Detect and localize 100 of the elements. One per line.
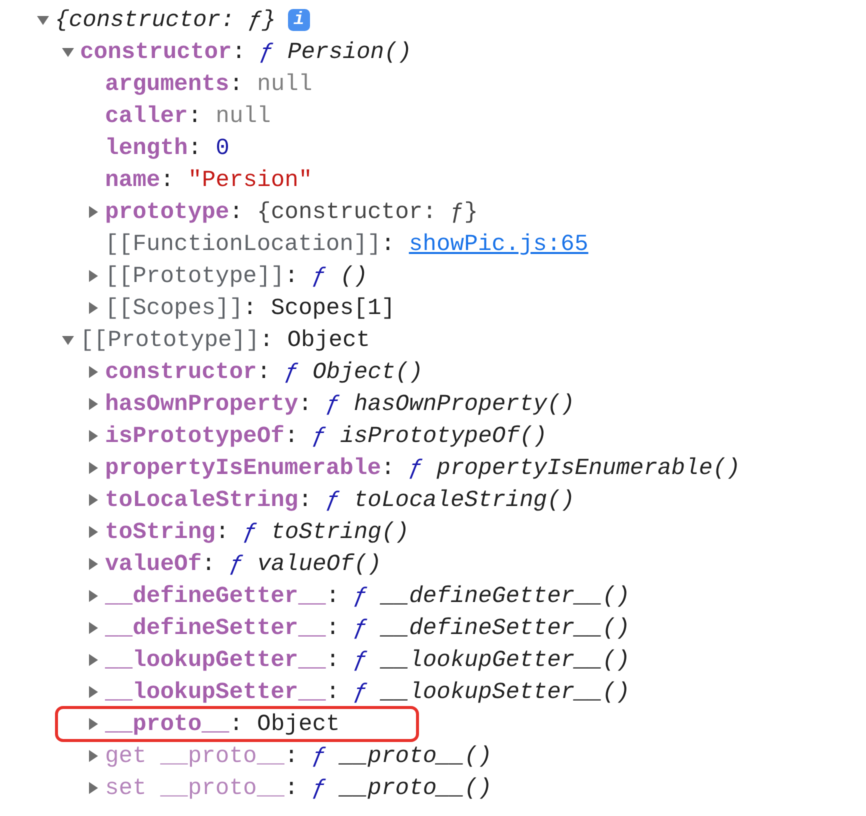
expand-arrow-icon[interactable]: [86, 269, 100, 283]
function-symbol: ƒ: [326, 390, 340, 419]
expand-arrow-icon[interactable]: [86, 429, 100, 443]
function-symbol: ƒ: [354, 646, 368, 675]
source-link[interactable]: showPic.js:65: [408, 228, 588, 260]
colon: :: [284, 262, 298, 291]
function-name: isPrototypeOf(): [340, 422, 548, 451]
property-key: __proto__: [105, 708, 230, 740]
function-symbol: ƒ: [312, 742, 326, 771]
property-key: length: [105, 132, 188, 164]
expand-arrow-icon[interactable]: [86, 653, 100, 667]
collapse-arrow-icon[interactable]: [61, 45, 75, 59]
property-value: Scopes[1]: [270, 294, 396, 323]
function-name: __defineSetter__(): [381, 614, 630, 643]
expand-arrow-icon[interactable]: [86, 717, 100, 731]
expand-arrow-icon[interactable]: [86, 365, 100, 379]
property-key: arguments: [105, 68, 230, 100]
property-key: isPrototypeOf: [105, 420, 284, 452]
property-key: constructor: [80, 36, 232, 68]
colon: :: [298, 390, 312, 419]
property-key: __lookupSetter__: [105, 676, 326, 708]
colon: :: [259, 326, 274, 355]
expand-arrow-icon[interactable]: [86, 589, 100, 603]
info-badge[interactable]: i: [288, 9, 310, 31]
property-key: toString: [105, 516, 216, 548]
function-symbol: ƒ: [312, 262, 326, 291]
property-key: constructor: [105, 356, 257, 388]
collapse-arrow-icon[interactable]: [36, 13, 50, 27]
function-symbol: ƒ: [312, 774, 326, 803]
function-name: Persion(): [287, 38, 412, 67]
function-symbol: ƒ: [284, 358, 298, 387]
property-key: set __proto__: [105, 772, 284, 804]
expand-arrow-icon[interactable]: [86, 525, 100, 539]
expand-arrow-icon[interactable]: [86, 493, 100, 507]
property-key: propertyIsEnumerable: [105, 452, 382, 484]
colon: :: [188, 102, 202, 131]
colon: :: [284, 422, 298, 451]
colon: :: [381, 230, 395, 259]
colon: :: [326, 678, 340, 707]
colon: :: [229, 710, 244, 739]
property-value: Object: [287, 326, 370, 355]
property-value: {constructor: ƒ}: [257, 198, 478, 227]
colon: :: [298, 486, 312, 515]
function-symbol: ƒ: [408, 454, 423, 483]
colon: :: [232, 38, 246, 67]
property-key: prototype: [105, 196, 230, 228]
property-key: [[FunctionLocation]]: [105, 228, 382, 260]
colon: :: [202, 550, 216, 579]
property-value: Object: [257, 710, 340, 739]
function-name: __proto__(): [340, 774, 492, 803]
expand-arrow-icon[interactable]: [86, 301, 100, 315]
property-key: __defineGetter__: [105, 580, 326, 612]
colon: :: [215, 518, 230, 547]
function-symbol: ƒ: [354, 678, 368, 707]
property-value: null: [257, 70, 312, 99]
object-summary: {constructor: ƒ}: [55, 6, 276, 35]
colon: :: [229, 198, 244, 227]
property-key: [[Scopes]]: [105, 292, 244, 324]
colon: :: [326, 582, 340, 611]
colon: :: [188, 134, 202, 163]
expand-arrow-icon[interactable]: [86, 461, 100, 475]
function-symbol: ƒ: [243, 518, 258, 547]
expand-arrow-icon[interactable]: [86, 397, 100, 411]
property-key: caller: [105, 100, 188, 132]
function-name: toString(): [271, 518, 410, 547]
property-key: toLocaleString: [105, 484, 298, 516]
expand-arrow-icon[interactable]: [86, 781, 100, 795]
expand-arrow-icon[interactable]: [86, 621, 100, 635]
function-name: __defineGetter__(): [381, 582, 630, 611]
colon: :: [256, 358, 271, 387]
property-key: hasOwnProperty: [105, 388, 298, 420]
function-symbol: ƒ: [229, 550, 244, 579]
function-symbol: ƒ: [260, 38, 274, 67]
function-name: __lookupSetter__(): [381, 678, 630, 707]
colon: :: [381, 454, 395, 483]
property-key: [[Prototype]]: [105, 260, 284, 292]
function-symbol: ƒ: [326, 486, 340, 515]
function-name: toLocaleString(): [354, 486, 575, 515]
property-value: "Persion": [188, 166, 312, 195]
property-value: 0: [216, 134, 230, 163]
property-key: __defineSetter__: [105, 612, 326, 644]
colon: :: [229, 70, 244, 99]
function-name: (): [340, 262, 368, 291]
colon: :: [326, 646, 340, 675]
function-symbol: ƒ: [354, 582, 368, 611]
property-value: null: [216, 102, 271, 131]
expand-arrow-icon[interactable]: [86, 685, 100, 699]
colon: :: [160, 166, 174, 195]
colon: :: [243, 294, 257, 323]
function-name: __lookupGetter__(): [381, 646, 630, 675]
property-key: name: [105, 164, 160, 196]
expand-arrow-icon[interactable]: [86, 557, 100, 571]
function-name: hasOwnProperty(): [354, 390, 575, 419]
function-name: __proto__(): [340, 742, 492, 771]
expand-arrow-icon[interactable]: [86, 749, 100, 763]
function-name: valueOf(): [257, 550, 382, 579]
collapse-arrow-icon[interactable]: [61, 333, 75, 347]
expand-arrow-icon[interactable]: [86, 205, 100, 219]
function-name: Object(): [312, 358, 423, 387]
function-symbol: ƒ: [312, 422, 326, 451]
